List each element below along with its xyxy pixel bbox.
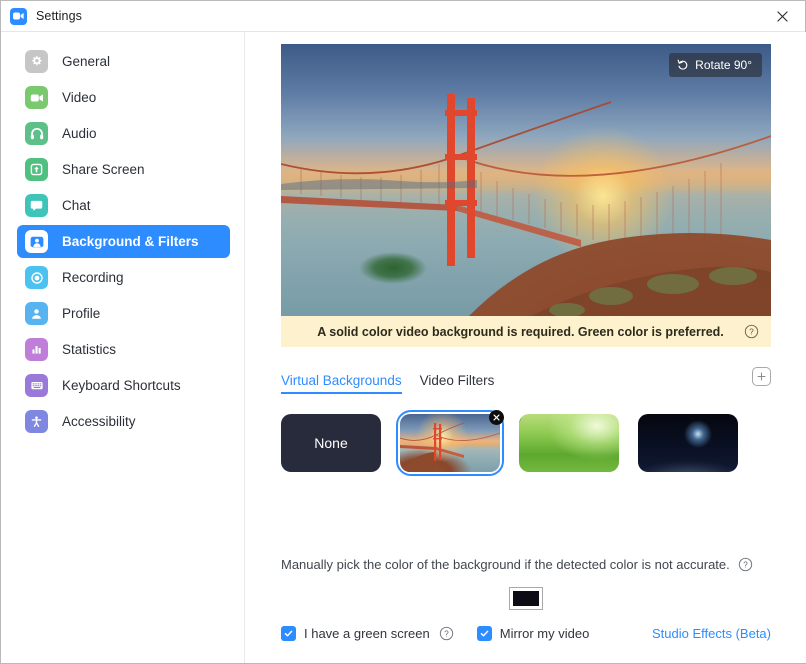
sidebar-item-keyboard-shortcuts[interactable]: Keyboard Shortcuts bbox=[17, 369, 230, 402]
thumb-bridge-graphic bbox=[400, 422, 500, 472]
tab-label: Video Filters bbox=[419, 373, 495, 388]
sidebar-item-background-and-filters[interactable]: Background & Filters bbox=[17, 225, 230, 258]
video-camera-icon bbox=[25, 86, 48, 109]
notice-text: A solid color video background is requir… bbox=[317, 324, 724, 339]
sidebar-item-chat[interactable]: Chat bbox=[17, 189, 230, 222]
bar-chart-icon bbox=[25, 338, 48, 361]
manual-color-row: Manually pick the color of the backgroun… bbox=[281, 557, 771, 572]
video-preview: Rotate 90° bbox=[281, 44, 771, 316]
mirror-video-label: Mirror my video bbox=[499, 626, 590, 641]
swatch-fill bbox=[513, 591, 539, 606]
green-screen-checkbox[interactable] bbox=[281, 626, 296, 641]
rotate-ccw-icon bbox=[677, 59, 688, 70]
tab-label: Virtual Backgrounds bbox=[281, 373, 402, 388]
sidebar-item-label: Profile bbox=[62, 306, 101, 321]
rotate-button-label: Rotate 90° bbox=[695, 58, 752, 72]
record-circle-icon bbox=[25, 266, 48, 289]
sidebar-item-label: Share Screen bbox=[62, 162, 145, 177]
person-frame-icon bbox=[25, 230, 48, 253]
zoom-camera-icon bbox=[10, 7, 27, 25]
window-title: Settings bbox=[36, 9, 82, 23]
sidebar-item-label: Statistics bbox=[62, 342, 117, 357]
studio-effects-link[interactable]: Studio Effects (Beta) bbox=[652, 626, 771, 641]
svg-text:?: ? bbox=[743, 561, 748, 570]
sidebar-item-label: Audio bbox=[62, 126, 97, 141]
headphones-icon bbox=[25, 122, 48, 145]
keyboard-icon bbox=[25, 374, 48, 397]
background-color-swatch[interactable] bbox=[509, 587, 543, 610]
title-bar: Settings bbox=[1, 1, 805, 32]
sidebar-item-label: General bbox=[62, 54, 111, 69]
sidebar-item-general[interactable]: General bbox=[17, 45, 230, 78]
sidebar-item-label: Background & Filters bbox=[62, 234, 199, 249]
sidebar-item-label: Recording bbox=[62, 270, 124, 285]
sidebar-item-accessibility[interactable]: Accessibility bbox=[17, 405, 230, 438]
sidebar-item-share-screen[interactable]: Share Screen bbox=[17, 153, 230, 186]
background-thumb-none[interactable]: None bbox=[281, 414, 381, 472]
sidebar-item-statistics[interactable]: Statistics bbox=[17, 333, 230, 366]
sidebar-item-label: Accessibility bbox=[62, 414, 136, 429]
background-thumb-golden-gate[interactable] bbox=[396, 410, 504, 476]
background-thumb-grass[interactable] bbox=[519, 414, 619, 472]
help-circle-icon[interactable]: ? bbox=[738, 557, 753, 572]
sidebar-item-label: Keyboard Shortcuts bbox=[62, 378, 181, 393]
green-screen-label: I have a green screen bbox=[304, 626, 430, 641]
help-circle-icon[interactable]: ? bbox=[744, 324, 759, 339]
settings-sidebar: General Video Audio Share Screen Chat Ba… bbox=[1, 32, 245, 663]
rotate-90-button[interactable]: Rotate 90° bbox=[669, 53, 762, 77]
background-filters-panel: Rotate 90° A solid color video backgroun… bbox=[245, 32, 806, 663]
share-screen-icon bbox=[25, 158, 48, 181]
background-tabs: Virtual Backgrounds Video Filters bbox=[281, 367, 771, 394]
check-icon bbox=[480, 630, 489, 637]
mirror-video-checkbox[interactable] bbox=[476, 626, 492, 641]
color-swatch-row bbox=[281, 587, 771, 610]
background-thumb-earth[interactable] bbox=[638, 414, 738, 472]
green-screen-option: I have a green screen ? bbox=[281, 626, 454, 641]
sidebar-item-audio[interactable]: Audio bbox=[17, 117, 230, 150]
sidebar-item-label: Video bbox=[62, 90, 97, 105]
window-body: General Video Audio Share Screen Chat Ba… bbox=[1, 32, 806, 663]
sidebar-item-recording[interactable]: Recording bbox=[17, 261, 230, 294]
add-background-button[interactable] bbox=[752, 367, 771, 386]
settings-window: Settings General Video Audio Share Scree… bbox=[0, 0, 806, 664]
sidebar-item-profile[interactable]: Profile bbox=[17, 297, 230, 330]
sidebar-item-video[interactable]: Video bbox=[17, 81, 230, 114]
svg-text:?: ? bbox=[444, 630, 449, 639]
close-circle-icon bbox=[493, 414, 500, 421]
manual-color-text: Manually pick the color of the backgroun… bbox=[281, 557, 730, 572]
person-icon bbox=[25, 302, 48, 325]
sidebar-item-label: Chat bbox=[62, 198, 91, 213]
plus-icon bbox=[757, 372, 766, 381]
accessibility-icon bbox=[25, 410, 48, 433]
bridge-overlay-graphic bbox=[281, 94, 771, 316]
tab-virtual-backgrounds[interactable]: Virtual Backgrounds bbox=[281, 373, 402, 394]
thumb-label-none: None bbox=[314, 435, 348, 451]
mirror-video-option: Mirror my video bbox=[476, 626, 590, 641]
tab-video-filters[interactable]: Video Filters bbox=[420, 373, 495, 394]
help-circle-icon[interactable]: ? bbox=[439, 626, 454, 641]
remove-background-button[interactable] bbox=[489, 410, 504, 425]
background-thumbnail-list: None bbox=[281, 410, 771, 476]
close-icon[interactable] bbox=[759, 1, 805, 31]
svg-text:?: ? bbox=[749, 328, 754, 337]
check-icon bbox=[284, 630, 293, 637]
bottom-options-row: I have a green screen ? Mirror my video … bbox=[281, 626, 771, 641]
gear-icon bbox=[25, 50, 48, 73]
green-screen-notice: A solid color video background is requir… bbox=[281, 316, 771, 347]
chat-bubble-icon bbox=[25, 194, 48, 217]
